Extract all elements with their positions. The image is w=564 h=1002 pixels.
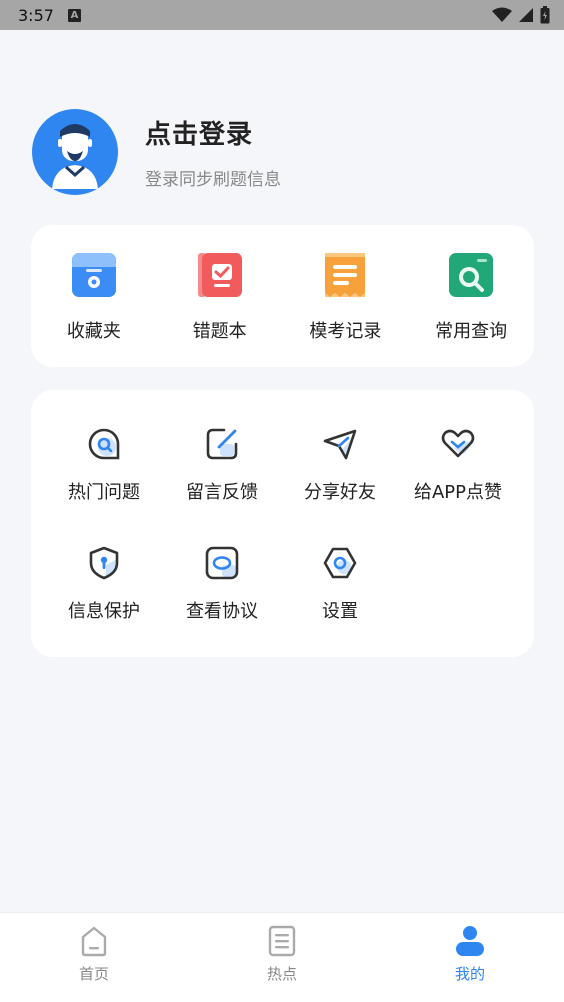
person-icon [456,926,484,956]
agreement-icon [205,546,239,580]
tab-label: 热点 [266,965,297,983]
home-icon [81,926,107,957]
login-title[interactable]: 点击登录 [145,114,281,151]
notification-a-icon: A [67,8,81,22]
bottom-tab-bar: 首页 热点 我的 [0,912,564,1002]
wifi-icon [492,7,512,22]
tool-label: 查看协议 [186,601,258,622]
tab-label: 我的 [454,965,485,983]
quick-link-common-query[interactable]: 常用查询 [408,251,534,343]
tool-share[interactable]: 分享好友 [281,426,399,504]
document-icon [268,925,296,957]
tool-label: 分享好友 [304,482,376,503]
signal-icon [519,8,533,22]
quick-links-card: 收藏夹 错题本 模考记录 常用查询 [31,225,534,367]
quick-link-favorites[interactable]: 收藏夹 [31,251,157,343]
tool-label: 设置 [322,601,358,622]
paper-plane-icon [323,429,357,460]
favorites-icon [71,253,116,297]
status-right [492,6,550,24]
tool-label: 给APP点赞 [413,482,503,503]
tool-settings[interactable]: 设置 [281,545,399,623]
status-time: 3:57 [18,5,54,25]
quick-link-label: 常用查询 [435,321,508,342]
profile-text: 点击登录 登录同步刷题信息 [145,114,281,190]
tab-mine[interactable]: 我的 [376,913,564,1002]
tool-like-app[interactable]: 给APP点赞 [399,426,517,504]
quick-link-wrong-book[interactable]: 错题本 [157,251,283,343]
mock-exam-record-icon [325,253,366,297]
login-subtitle: 登录同步刷题信息 [145,170,281,190]
settings-hexagon-icon [323,547,357,579]
common-query-icon [449,253,494,297]
quick-link-label: 收藏夹 [66,321,121,342]
tab-hot[interactable]: 热点 [188,913,376,1002]
tool-hot-questions[interactable]: 热门问题 [45,426,163,504]
tool-label: 信息保护 [68,601,140,622]
status-bar: 3:57 A [0,0,564,30]
user-avatar-icon[interactable] [32,109,118,195]
tool-feedback[interactable]: 留言反馈 [163,426,281,504]
heart-like-icon [441,429,475,458]
tools-card: 热门问题 留言反馈 分享好友 给APP点赞 信息保护 查看协议 设置 [31,390,534,657]
wrong-questions-book-icon [197,253,242,297]
quick-link-label: 模考记录 [309,321,382,342]
edit-feedback-icon [206,428,238,460]
quick-link-label: 错题本 [192,321,247,342]
tool-privacy[interactable]: 信息保护 [45,545,163,623]
shield-lock-icon [89,546,119,580]
profile-header[interactable]: 点击登录 登录同步刷题信息 [32,107,532,197]
tool-label: 留言反馈 [186,482,258,503]
tab-label: 首页 [78,965,109,983]
battery-icon [540,6,550,24]
tool-label: 热门问题 [68,482,140,503]
tool-agreement[interactable]: 查看协议 [163,545,281,623]
chat-question-icon [88,428,120,460]
tab-home[interactable]: 首页 [0,913,188,1002]
quick-link-mock-exam[interactable]: 模考记录 [283,251,409,343]
